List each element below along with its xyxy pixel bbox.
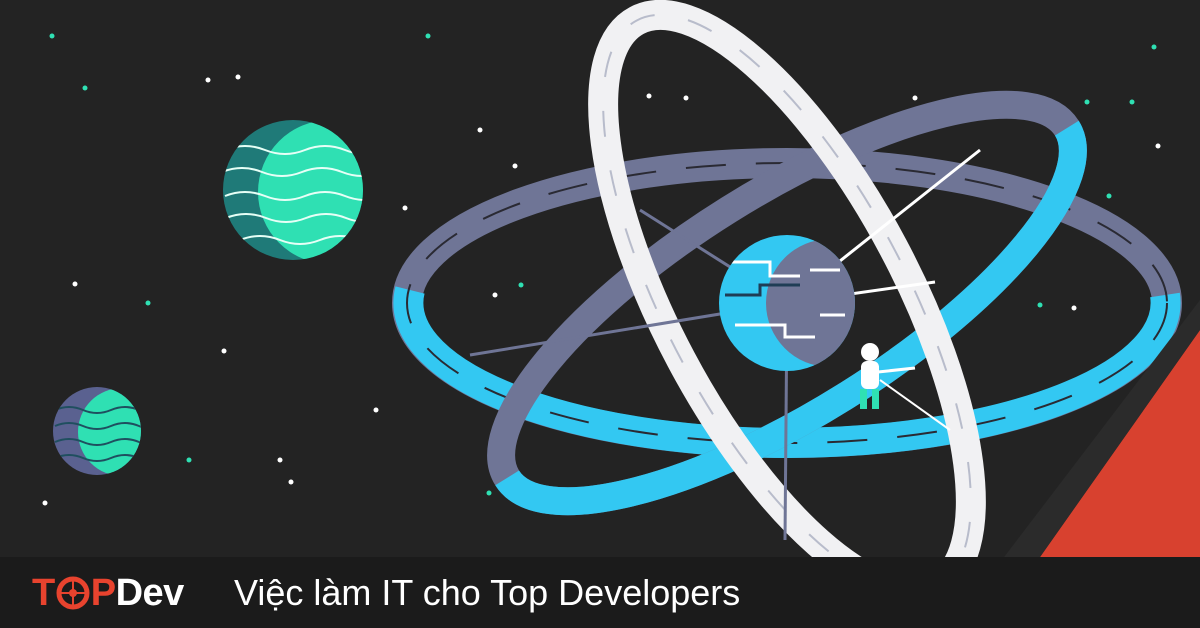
logo-text-dev: Dev [115, 571, 185, 614]
tagline: Việc làm IT cho Top Developers [234, 572, 741, 613]
banner: T P Dev Việc làm IT cho Top Developers [0, 0, 1200, 628]
topdev-logo[interactable]: T P Dev [32, 570, 184, 616]
logo-letter-p: P [90, 571, 116, 614]
logo-letter-t: T [32, 571, 55, 614]
logo-o-icon [56, 576, 90, 610]
space-illustration [0, 0, 1200, 628]
